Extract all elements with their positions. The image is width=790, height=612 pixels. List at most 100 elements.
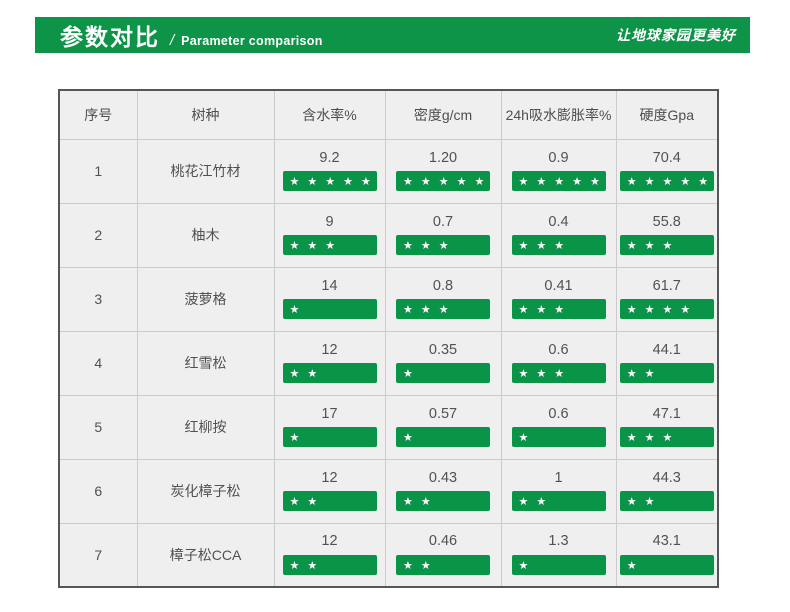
star-icon: ★ <box>403 558 413 572</box>
star-rating-bar: ★ ★ ★ ★ ★ <box>619 171 714 192</box>
star-icon: ★ <box>289 302 300 316</box>
star-icon: ★ <box>626 430 637 444</box>
page: 参数对比 / Parameter comparison 让地球家园更美好 序号树… <box>0 0 790 612</box>
metric-value: 0.57 <box>428 405 458 422</box>
metric-value: 0.46 <box>428 533 458 550</box>
star-rating-bar: ★ <box>282 427 377 448</box>
star-icon: ★ <box>420 238 431 252</box>
star-rating-bar: ★ ★ <box>396 491 490 512</box>
star-icon: ★ <box>644 302 655 316</box>
star-icon: ★ <box>456 174 467 188</box>
metric-value: 0.9 <box>548 149 569 166</box>
star-icon: ★ <box>518 302 529 316</box>
star-icon: ★ <box>474 174 485 188</box>
column-header-5: 硬度Gpa <box>615 89 719 140</box>
star-rating-bar: ★ ★ <box>511 491 606 512</box>
row-index-cell: 6 <box>58 458 138 524</box>
column-header-3: 密度g/cm <box>384 89 502 140</box>
star-rating-bar: ★ ★ ★ <box>511 235 606 256</box>
metric-value: 0.41 <box>544 277 573 294</box>
metric-cell: 70.4 ★ ★ ★ ★ ★ <box>615 138 719 204</box>
star-icon: ★ <box>536 238 547 252</box>
star-rating-bar: ★ ★ <box>619 363 714 384</box>
metric-value: 1.3 <box>548 533 569 550</box>
metric-cell: 0.8 ★ ★ ★ <box>384 266 502 332</box>
star-rating-bar: ★ ★ ★ <box>282 235 377 256</box>
header-banner: 参数对比 / Parameter comparison 让地球家园更美好 <box>35 17 750 53</box>
star-icon: ★ <box>554 238 565 252</box>
metric-cell: 1.3 ★ <box>500 522 617 588</box>
star-icon: ★ <box>420 174 431 188</box>
metric-cell: 0.6 ★ <box>500 394 617 460</box>
star-rating-bar: ★ ★ ★ <box>511 363 606 384</box>
metric-cell: 0.7 ★ ★ ★ <box>384 202 502 268</box>
table-row: 5 红柳按 17 ★ 0.57 ★ 0.6 ★ 47.1 ★ ★ ★ <box>58 394 719 460</box>
species-cell: 炭化樟子松 <box>136 458 275 524</box>
star-rating-bar: ★ <box>396 363 490 384</box>
title-separator: / <box>170 32 175 49</box>
metric-value: 17 <box>321 405 338 422</box>
species-cell: 红雪松 <box>136 330 275 396</box>
star-rating-bar: ★ ★ <box>282 363 377 384</box>
star-icon: ★ <box>662 238 673 252</box>
star-icon: ★ <box>626 366 637 380</box>
species-cell: 柚木 <box>136 202 275 268</box>
metric-cell: 44.1 ★ ★ <box>615 330 719 396</box>
metric-value: 44.1 <box>652 341 681 358</box>
metric-cell: 17 ★ <box>273 394 386 460</box>
star-icon: ★ <box>518 430 529 444</box>
star-icon: ★ <box>325 174 336 188</box>
header-row: 序号 树种 含水率% 密度g/cm 24h吸水膨胀率% 硬度Gpa <box>58 89 719 140</box>
star-icon: ★ <box>536 494 547 508</box>
metric-value: 0.6 <box>548 341 569 358</box>
star-icon: ★ <box>626 558 637 572</box>
species-cell: 樟子松CCA <box>136 522 275 588</box>
star-icon: ★ <box>698 174 709 188</box>
table-row: 3 菠萝格 14 ★ 0.8 ★ ★ ★ 0.41 ★ ★ ★ 61.7 ★ ★ ★ ★ <box>58 266 719 332</box>
star-icon: ★ <box>518 174 529 188</box>
metric-cell: 0.4 ★ ★ ★ <box>500 202 617 268</box>
title-english: Parameter comparison <box>181 34 323 48</box>
star-rating-bar: ★ ★ ★ ★ ★ <box>511 171 606 192</box>
star-icon: ★ <box>289 238 300 252</box>
star-icon: ★ <box>536 366 547 380</box>
star-icon: ★ <box>644 174 655 188</box>
star-icon: ★ <box>662 302 673 316</box>
star-icon: ★ <box>438 174 449 188</box>
column-header-4: 24h吸水膨胀率% <box>500 89 617 140</box>
star-icon: ★ <box>307 366 318 380</box>
metric-value: 47.1 <box>652 405 681 422</box>
star-icon: ★ <box>554 174 565 188</box>
star-icon: ★ <box>307 558 318 572</box>
metric-value: 43.1 <box>652 533 681 550</box>
star-icon: ★ <box>289 558 300 572</box>
metric-cell: 44.3 ★ ★ <box>615 458 719 524</box>
star-icon: ★ <box>403 366 413 380</box>
star-icon: ★ <box>403 238 413 252</box>
star-icon: ★ <box>403 430 413 444</box>
metric-value: 12 <box>321 469 338 486</box>
metric-value: 0.43 <box>428 469 458 486</box>
star-icon: ★ <box>420 302 431 316</box>
star-icon: ★ <box>518 238 529 252</box>
metric-value: 44.3 <box>652 469 681 486</box>
metric-value: 0.35 <box>428 341 458 358</box>
metric-cell: 0.57 ★ <box>384 394 502 460</box>
star-icon: ★ <box>662 430 673 444</box>
metric-cell: 0.43 ★ ★ <box>384 458 502 524</box>
star-icon: ★ <box>438 238 449 252</box>
table-row: 2 柚木 9 ★ ★ ★ 0.7 ★ ★ ★ 0.4 ★ ★ ★ 55.8 ★ ★ ★ <box>58 202 719 268</box>
metric-value: 0.4 <box>548 213 569 230</box>
star-rating-bar: ★ <box>396 427 490 448</box>
star-icon: ★ <box>289 494 300 508</box>
star-icon: ★ <box>420 494 431 508</box>
star-icon: ★ <box>590 174 600 188</box>
star-icon: ★ <box>626 174 637 188</box>
star-icon: ★ <box>307 174 318 188</box>
star-icon: ★ <box>680 174 691 188</box>
star-rating-bar: ★ <box>619 555 714 576</box>
star-icon: ★ <box>572 174 582 188</box>
metric-cell: 0.46 ★ ★ <box>384 522 502 588</box>
metric-cell: 61.7 ★ ★ ★ ★ <box>615 266 719 332</box>
star-rating-bar: ★ ★ ★ <box>396 235 490 256</box>
